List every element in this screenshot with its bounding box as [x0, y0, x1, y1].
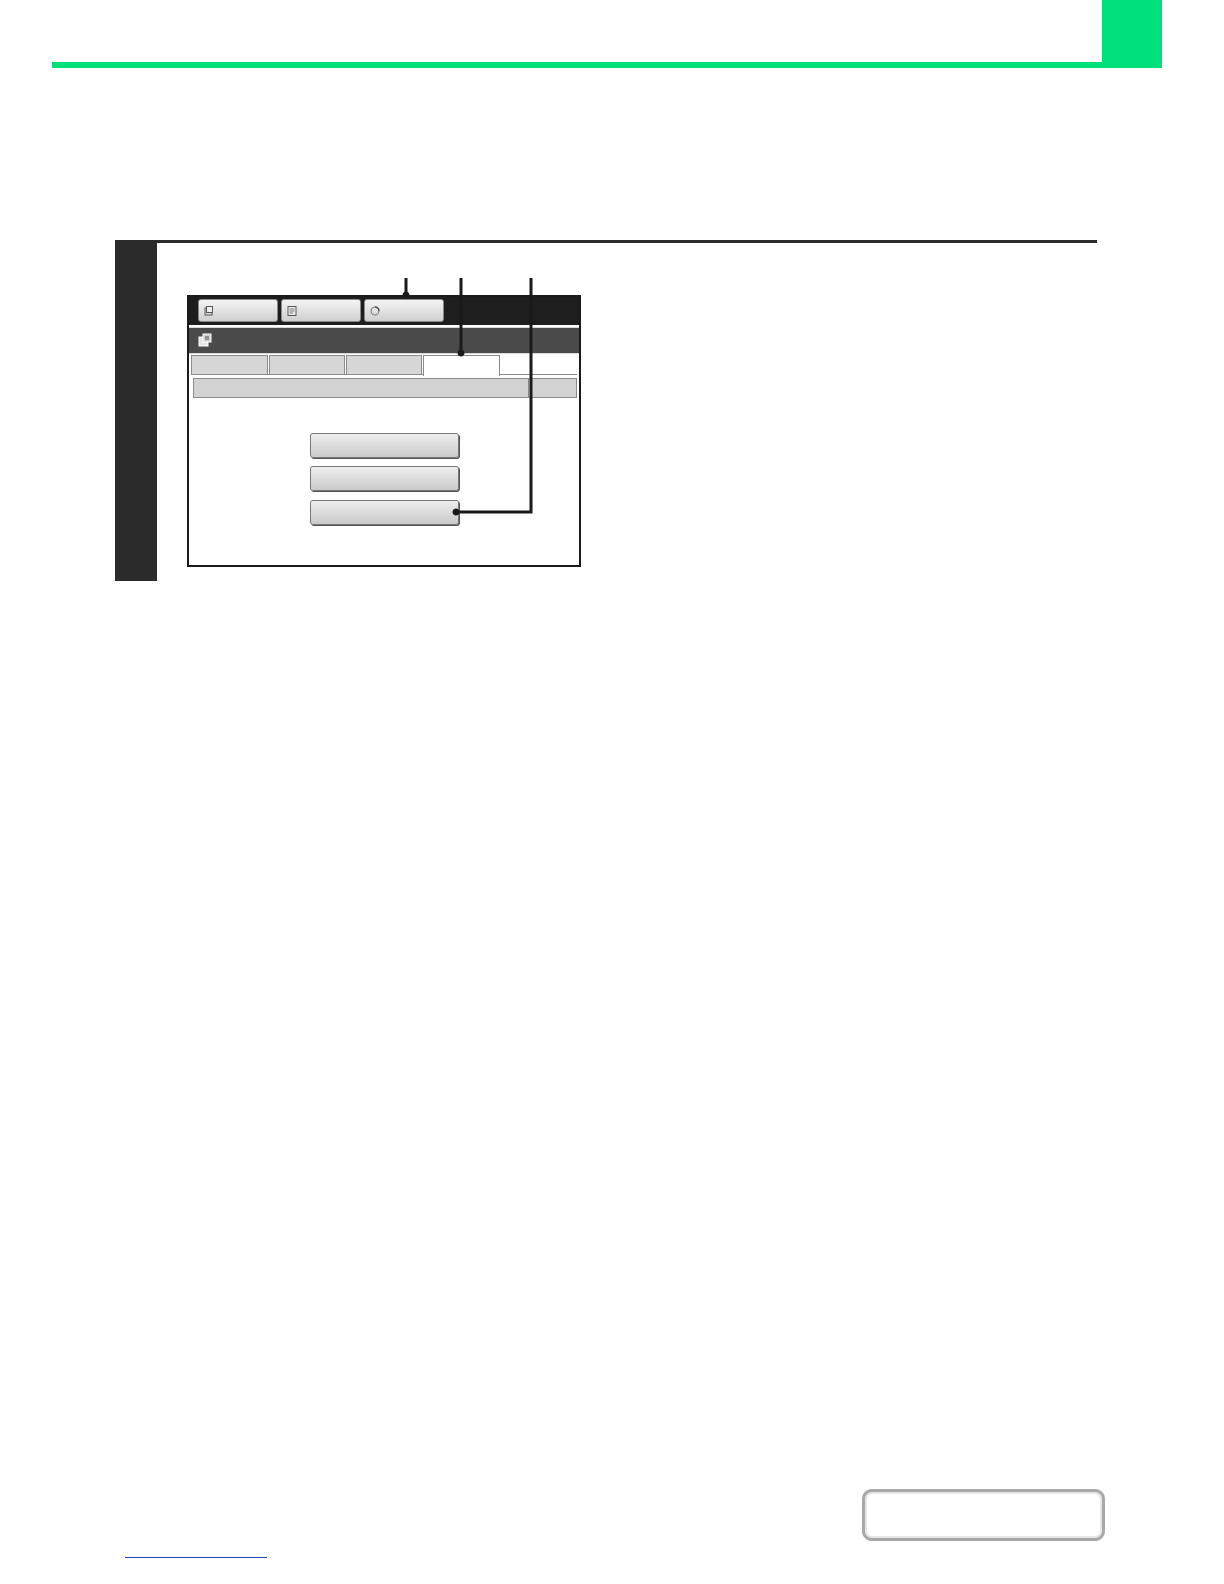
panel-tab-3[interactable] [346, 355, 422, 374]
copy-icon [204, 306, 213, 316]
tab-baseline [191, 374, 577, 375]
panel-tab-2[interactable] [269, 355, 345, 374]
callout-leaders [402, 278, 533, 516]
header-bar-divider [528, 379, 529, 397]
panel-tab-1[interactable] [191, 355, 268, 374]
panel-title-bar [189, 327, 579, 354]
touch-panel-illustration [187, 295, 581, 567]
chapter-tab[interactable] [1102, 0, 1162, 68]
status-icon [370, 306, 380, 316]
settings-icon [198, 333, 212, 347]
mode-select-bar [189, 297, 579, 325]
panel-tab-4-active[interactable] [423, 355, 500, 376]
footer-link[interactable] [125, 1557, 267, 1558]
menu-button-3[interactable] [310, 500, 459, 525]
step-rule [157, 240, 1097, 243]
panel-header-bar [193, 378, 577, 398]
document-icon [287, 306, 297, 316]
contents-button[interactable] [862, 1489, 1105, 1541]
menu-button-2[interactable] [310, 466, 459, 491]
copy-mode-button[interactable] [198, 299, 278, 322]
document-mode-button[interactable] [281, 299, 361, 322]
step-number-bar [115, 240, 157, 581]
menu-button-1[interactable] [310, 433, 459, 458]
header-rule [52, 62, 1162, 68]
status-mode-button[interactable] [364, 299, 444, 322]
